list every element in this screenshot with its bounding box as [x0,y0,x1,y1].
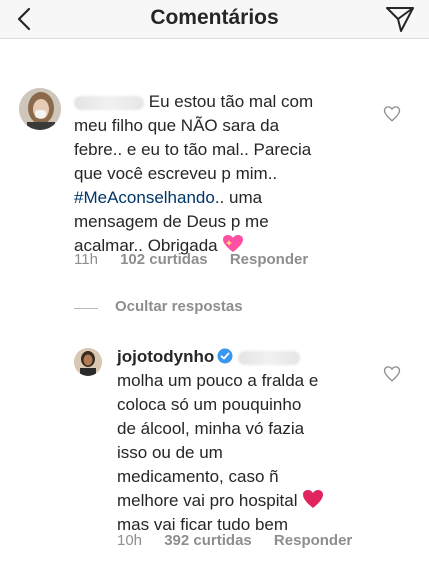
verified-badge-icon [217,348,233,364]
username-link[interactable]: jojotodynho [117,347,214,366]
avatar[interactable] [19,88,61,130]
blurred-username [74,95,144,110]
divider [74,308,98,309]
reply-button[interactable]: Responder [274,532,352,549]
avatar-photo-icon [19,88,61,130]
comment-meta: 11h 102 curtidas Responder [74,251,326,268]
comment-text: Eu estou tão mal com meu filho que NÃO s… [74,92,314,255]
blurred-text [238,350,300,365]
reply-meta: 10h 392 curtidas Responder [117,532,370,549]
likes-count-button[interactable]: 392 curtidas [164,532,252,549]
likes-count-button[interactable]: 102 curtidas [120,251,208,268]
reply-time: 10h [117,532,143,549]
red-heart-icon [303,490,324,508]
comment-time: 11h [74,251,98,268]
reply-text: jojotodynho molha um pouco a fralda e co… [117,345,377,537]
send-direct-icon[interactable] [385,5,415,33]
reply-button[interactable]: Responder [230,251,308,268]
like-heart-icon[interactable] [383,105,401,123]
hashtag-link[interactable]: #MeAconselhando [74,188,215,207]
top-bar: Comentários [0,0,429,39]
page-title: Comentários [150,6,279,29]
like-heart-icon[interactable] [383,365,401,383]
avatar[interactable] [74,348,102,376]
avatar-photo-icon [74,348,102,376]
hide-replies-label[interactable]: Ocultar respostas [115,298,243,315]
